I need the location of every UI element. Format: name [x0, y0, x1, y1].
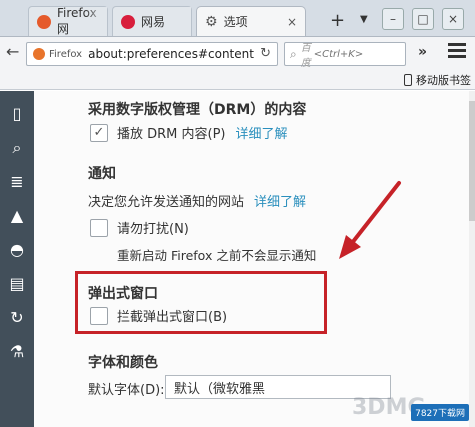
- tab-netease[interactable]: 网易: [112, 6, 192, 36]
- scrollbar[interactable]: [469, 91, 475, 427]
- close-tab-icon[interactable]: ×: [287, 15, 297, 29]
- firefox-identity-icon: [33, 48, 45, 60]
- overflow-chevron-icon[interactable]: »: [418, 44, 427, 60]
- fonts-heading: 字体和颜色: [88, 355, 158, 371]
- nav-bar: ← Firefox about:preferences#content ↻ ⌕ …: [0, 36, 475, 70]
- netease-icon: [121, 14, 135, 29]
- tab-title: 网易: [141, 15, 166, 29]
- list-all-tabs-icon[interactable]: ▼: [360, 14, 368, 25]
- back-button[interactable]: ←: [6, 42, 19, 61]
- content-icon[interactable]: ≣: [6, 171, 28, 193]
- watermark-badge: 7827下载网: [411, 404, 469, 421]
- sync-icon[interactable]: ↻: [6, 307, 28, 329]
- category-sidebar: ▯ ⌕ ≣ ▲ ◓ ▤ ↻ ⚗: [0, 91, 34, 427]
- tab-title: 选项: [223, 15, 248, 29]
- mobile-bookmarks-label: 移动版书签: [416, 74, 471, 87]
- url-text[interactable]: about:preferences#content: [88, 47, 254, 61]
- reload-icon[interactable]: ↻: [260, 46, 271, 61]
- maximize-button[interactable]: □: [412, 8, 434, 30]
- security-icon[interactable]: ▤: [6, 273, 28, 295]
- general-icon[interactable]: ▯: [6, 103, 28, 125]
- scrollbar-thumb[interactable]: [469, 101, 475, 221]
- tab-options[interactable]: ⚙ 选项 ×: [196, 6, 306, 36]
- search-engine-label: 百度: [300, 43, 311, 69]
- firefox-icon: [37, 14, 51, 29]
- hamburger-menu-icon[interactable]: [448, 43, 466, 61]
- search-input[interactable]: [313, 48, 409, 60]
- minimize-button[interactable]: –: [382, 8, 404, 30]
- identity-label: Firefox: [49, 48, 83, 60]
- mobile-bookmarks[interactable]: 移动版书签: [404, 72, 471, 88]
- gear-icon: ⚙: [205, 13, 218, 30]
- applications-icon[interactable]: ▲: [6, 205, 28, 227]
- privacy-icon[interactable]: ◓: [6, 239, 28, 261]
- phone-icon: [404, 74, 412, 86]
- advanced-icon[interactable]: ⚗: [6, 341, 28, 363]
- bookmarks-bar: 移动版书签: [0, 70, 475, 90]
- new-tab-button[interactable]: +: [330, 10, 345, 31]
- tab-firefox[interactable]: Firefox 网: [28, 6, 108, 36]
- search-bar[interactable]: ⌕ 百度: [284, 42, 409, 69]
- default-font-label: 默认字体(D):: [88, 383, 165, 398]
- preferences-content: 采用数字版权管理（DRM）的内容 ✓ 播放 DRM 内容(P) 详细了解 通知 …: [34, 91, 475, 427]
- search-icon[interactable]: ⌕: [6, 137, 28, 159]
- close-window-button[interactable]: ×: [442, 8, 464, 30]
- tab-strip: Firefox 网 网易 ⚙ 选项 × + ▼ – □ ×: [0, 0, 475, 38]
- search-icon: ⌕: [290, 46, 297, 61]
- url-bar[interactable]: Firefox about:preferences#content ↻: [26, 42, 278, 66]
